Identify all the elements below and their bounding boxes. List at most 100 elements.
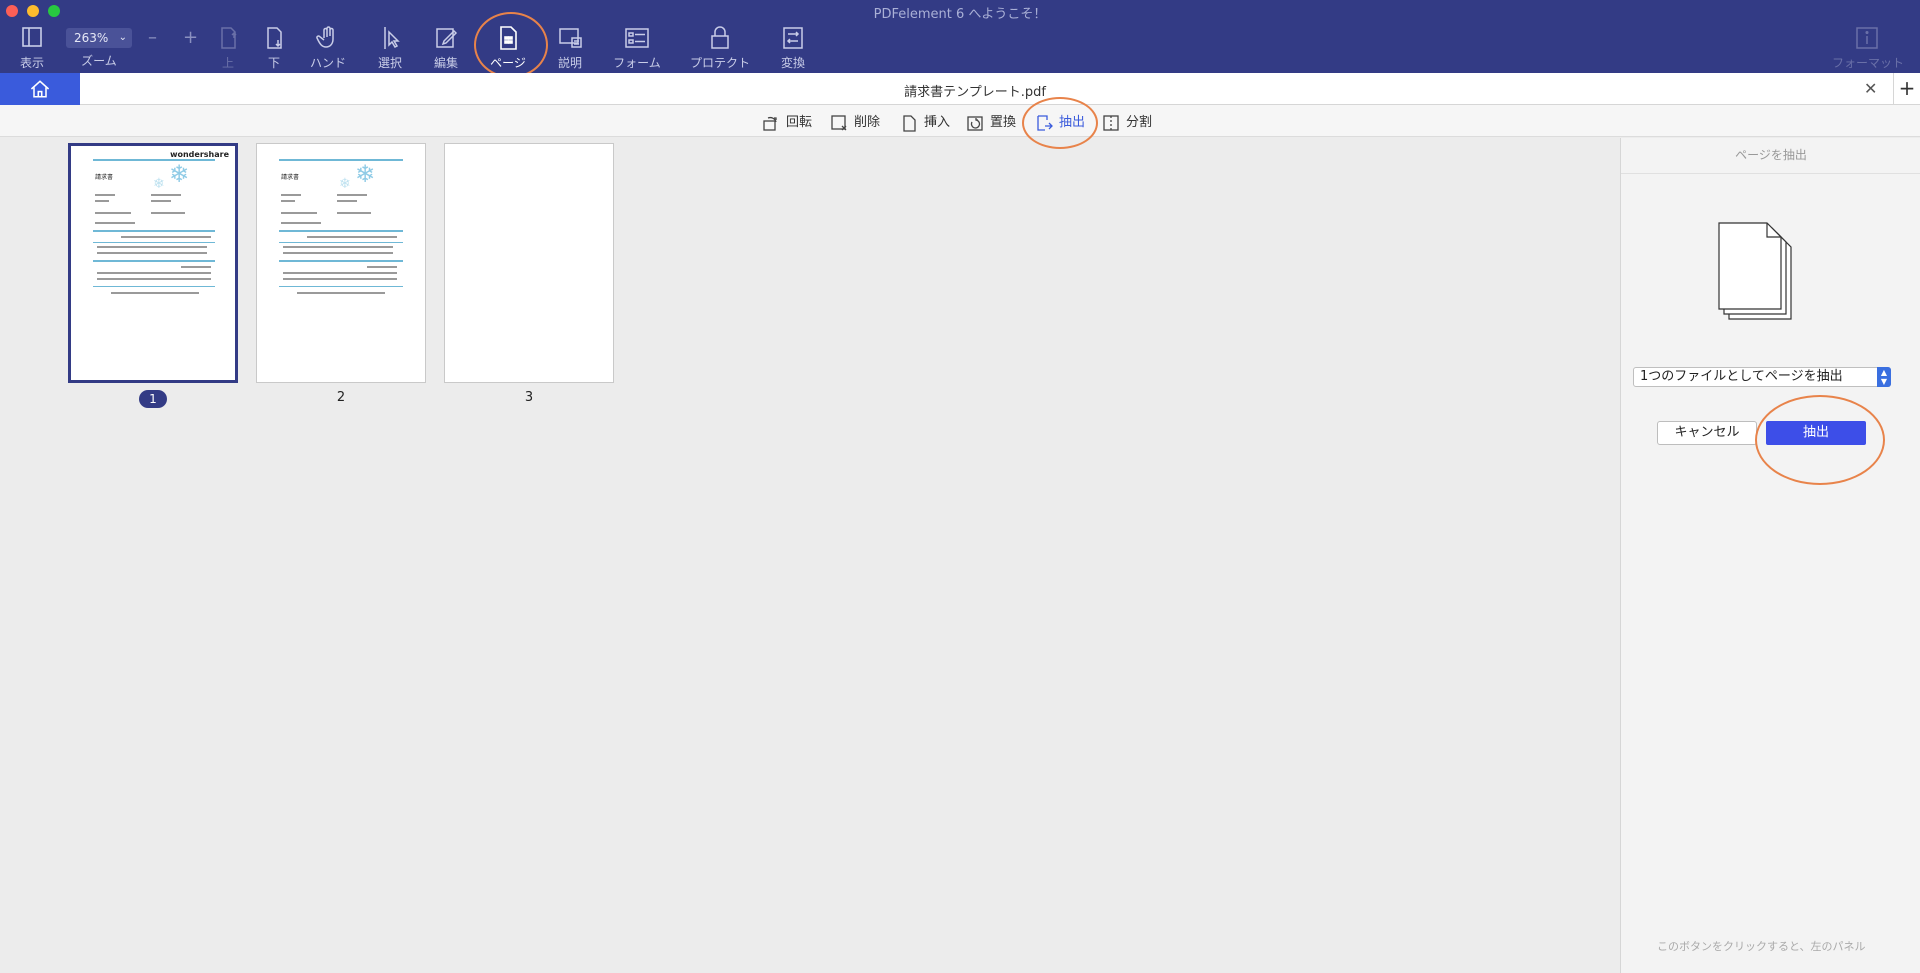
text-line bbox=[281, 194, 301, 196]
table-rule bbox=[279, 230, 403, 232]
close-tab-button[interactable]: ✕ bbox=[1864, 79, 1877, 98]
text-line bbox=[297, 292, 385, 294]
extract-page-icon bbox=[1037, 114, 1053, 131]
tab-bar: 請求書テンプレート.pdf ✕ + bbox=[0, 73, 1920, 105]
split-icon bbox=[1103, 114, 1119, 131]
page-thumbnail-2[interactable]: ❄ ❄ 請求書 bbox=[256, 143, 426, 383]
lock-icon bbox=[711, 26, 729, 49]
form-icon bbox=[625, 28, 649, 48]
format-button[interactable]: フォーマット bbox=[1832, 24, 1904, 70]
comment-button[interactable]: 説明 bbox=[538, 24, 602, 70]
text-line bbox=[337, 200, 357, 202]
window-title: PDFelement 6 へようこそ！ bbox=[873, 7, 1047, 22]
text-line bbox=[283, 278, 397, 280]
brand-logo: wondershare bbox=[170, 150, 229, 159]
text-line bbox=[151, 194, 181, 196]
text-line bbox=[151, 212, 185, 214]
text-line bbox=[283, 246, 393, 248]
panel-title: ページを抽出 bbox=[1621, 138, 1920, 174]
format-info-icon bbox=[1856, 27, 1878, 49]
select-tool-button[interactable]: 選択 bbox=[358, 24, 422, 70]
extract-mode-select[interactable]: 1つのファイルとしてページを抽出 ▲ ▼ bbox=[1633, 367, 1891, 387]
page-number-3: 3 bbox=[524, 390, 534, 405]
extract-button[interactable]: 抽出 bbox=[1766, 421, 1866, 445]
table-rule bbox=[279, 260, 403, 262]
select-stepper-icon: ▲ ▼ bbox=[1877, 367, 1891, 387]
rotate-button[interactable]: 回転 bbox=[762, 111, 812, 133]
snowflake-icon: ❄ bbox=[355, 160, 376, 188]
header-rule bbox=[279, 159, 403, 161]
text-line bbox=[283, 252, 393, 254]
text-line bbox=[281, 200, 295, 202]
page-thumbnail-1[interactable]: wondershare ❄ ❄ 請求書 bbox=[68, 143, 238, 383]
comment-icon bbox=[559, 28, 582, 48]
stacked-pages-icon bbox=[1718, 222, 1792, 320]
doc-title: 請求書 bbox=[281, 174, 300, 181]
replace-page-button[interactable]: 置換 bbox=[966, 111, 1016, 133]
header-rule bbox=[93, 159, 215, 161]
text-line bbox=[307, 236, 397, 238]
text-line bbox=[337, 194, 367, 196]
zoom-label: ズーム bbox=[81, 54, 117, 68]
extract-pages-panel: ページを抽出 1つのファイルとしてページを抽出 ▲ ▼ キャンセル 抽出 このボタ… bbox=[1620, 138, 1920, 973]
page-thumbnails-area: wondershare ❄ ❄ 請求書 1 ❄ ❄ 請求書 2 3 bbox=[0, 138, 1620, 973]
page-icon bbox=[500, 26, 517, 50]
new-tab-button[interactable]: + bbox=[1893, 73, 1920, 105]
zoom-out-button[interactable]: – bbox=[148, 27, 157, 48]
text-line bbox=[97, 246, 207, 248]
doc-title: 請求書 bbox=[95, 174, 114, 181]
rotate-icon bbox=[763, 116, 777, 131]
delete-page-icon bbox=[831, 114, 847, 130]
text-line bbox=[95, 222, 135, 224]
hand-tool-button[interactable]: ハンド bbox=[296, 24, 360, 70]
edit-button[interactable]: 編集 bbox=[414, 24, 478, 70]
insert-page-icon bbox=[903, 114, 916, 132]
view-icon bbox=[22, 27, 42, 47]
text-line bbox=[283, 272, 397, 274]
page-number-2: 2 bbox=[336, 390, 346, 405]
text-line bbox=[121, 236, 211, 238]
footer-rule bbox=[93, 286, 215, 287]
page-button[interactable]: ページ bbox=[476, 24, 540, 70]
replace-page-icon bbox=[967, 115, 983, 131]
cancel-button[interactable]: キャンセル bbox=[1657, 421, 1757, 445]
form-button[interactable]: フォーム bbox=[605, 24, 669, 70]
panel-hint-text: このボタンをクリックすると、左のパネル bbox=[1657, 940, 1866, 953]
page-operations-bar: 回転 削除 挿入 置換 抽出 分割 bbox=[0, 105, 1920, 137]
footer-rule bbox=[279, 286, 403, 287]
text-line bbox=[95, 200, 109, 202]
delete-page-button[interactable]: 削除 bbox=[830, 111, 880, 133]
view-button[interactable]: 表示 bbox=[0, 24, 64, 70]
text-line bbox=[97, 278, 211, 280]
text-line bbox=[281, 212, 317, 214]
chevron-down-icon: ⌄ bbox=[118, 32, 127, 43]
extract-page-button[interactable]: 抽出 bbox=[1035, 111, 1085, 133]
text-line bbox=[97, 252, 207, 254]
protect-button[interactable]: プロテクト bbox=[688, 24, 752, 70]
page-down-icon bbox=[267, 27, 282, 49]
table-rule bbox=[93, 242, 215, 243]
insert-page-button[interactable]: 挿入 bbox=[900, 111, 950, 133]
select-cursor-icon bbox=[384, 27, 400, 49]
edit-icon bbox=[436, 28, 458, 48]
text-line bbox=[97, 272, 211, 274]
text-line bbox=[367, 266, 397, 268]
document-tab-title[interactable]: 請求書テンプレート.pdf bbox=[0, 81, 1920, 100]
snowflake-icon: ❄ bbox=[339, 176, 351, 192]
zoom-select[interactable]: 263% ⌄ bbox=[66, 28, 132, 48]
text-line bbox=[337, 212, 371, 214]
table-rule bbox=[93, 260, 215, 262]
text-line bbox=[181, 266, 211, 268]
text-line bbox=[151, 200, 171, 202]
text-line bbox=[95, 194, 115, 196]
hand-icon bbox=[316, 26, 334, 48]
table-rule bbox=[93, 230, 215, 232]
text-line bbox=[95, 212, 131, 214]
table-rule bbox=[279, 242, 403, 243]
convert-button[interactable]: 変換 bbox=[761, 24, 825, 70]
snowflake-icon: ❄ bbox=[153, 176, 165, 192]
page-number-1: 1 bbox=[68, 390, 238, 408]
split-page-button[interactable]: 分割 bbox=[1102, 111, 1152, 133]
text-line bbox=[111, 292, 199, 294]
page-thumbnail-3[interactable] bbox=[444, 143, 614, 383]
